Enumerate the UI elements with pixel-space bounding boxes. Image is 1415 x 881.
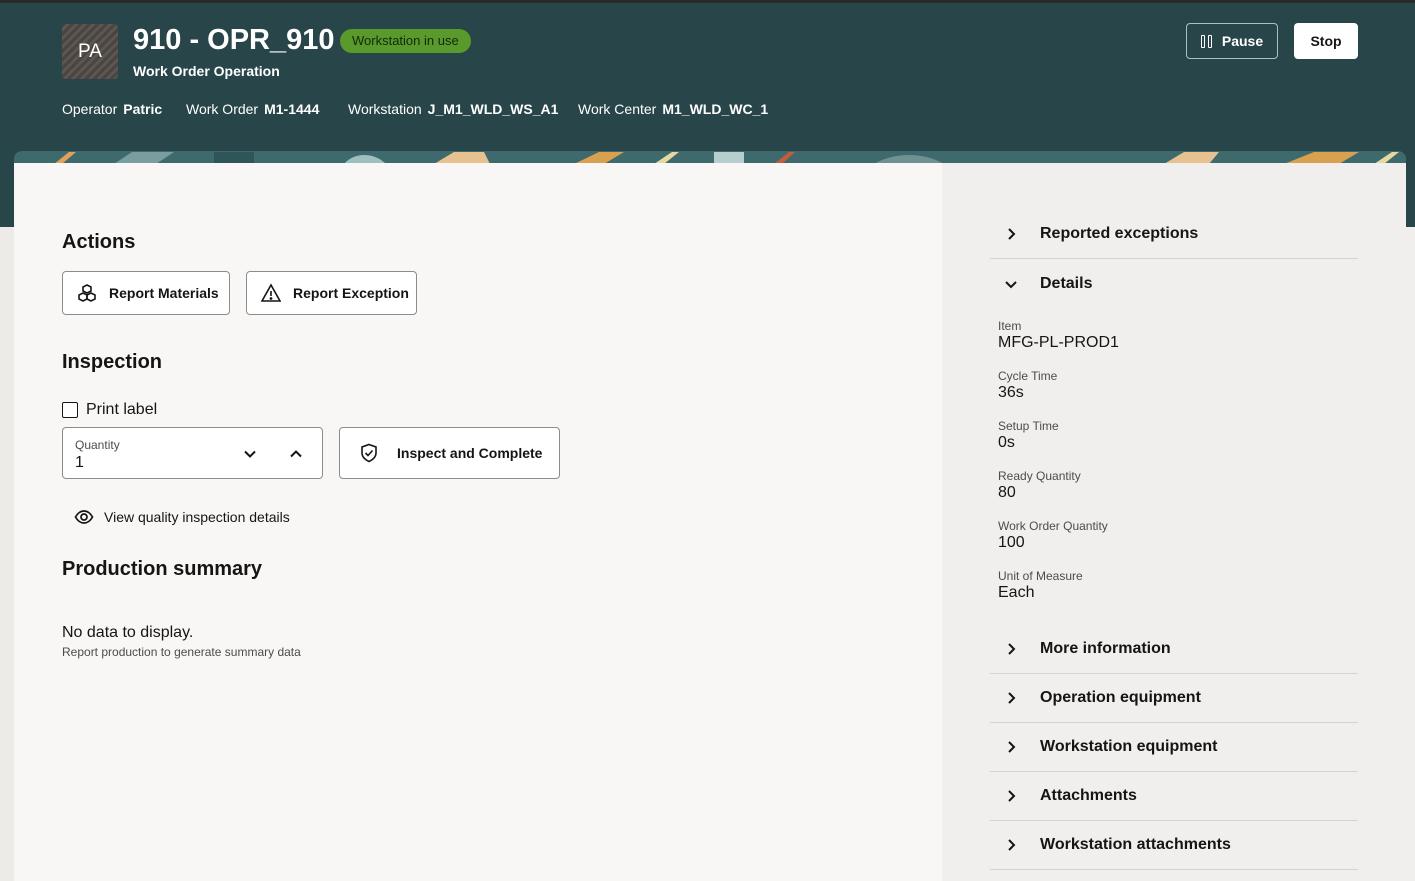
shield-check-icon [359, 443, 379, 463]
detail-unit-of-measure-value: Each [998, 584, 1035, 601]
report-exception-button[interactable]: Report Exception [246, 271, 417, 315]
quantity-value[interactable]: 1 [75, 454, 84, 472]
meta-work-order-label: Work Order [186, 101, 259, 117]
quantity-stepper[interactable]: Quantity 1 [62, 427, 323, 479]
banner-pattern [14, 152, 1406, 163]
detail-work-order-quantity-value: 100 [998, 534, 1025, 551]
print-label-text: Print label [86, 401, 158, 418]
detail-item-label: Item [998, 319, 1022, 333]
print-label-row: Print label [62, 401, 157, 419]
report-exception-label: Report Exception [293, 285, 409, 301]
left-gutter [0, 227, 14, 881]
accordion-label: Details [1040, 274, 1093, 292]
actions-heading: Actions [62, 231, 136, 253]
chevron-right-icon [990, 690, 1030, 706]
print-label-checkbox[interactable] [62, 402, 78, 418]
inspect-and-complete-label: Inspect and Complete [397, 445, 543, 461]
status-badge: Workstation in use [340, 29, 471, 53]
accordion-reported-exceptions[interactable]: Reported exceptions [990, 210, 1358, 259]
meta-operator-value: Patric [123, 101, 163, 117]
detail-work-order-quantity-label: Work Order Quantity [998, 519, 1108, 533]
view-quality-inspection-link[interactable]: View quality inspection details [74, 507, 290, 527]
chevron-up-icon[interactable] [286, 444, 306, 464]
pause-button[interactable]: Pause [1186, 23, 1278, 59]
warning-icon [261, 283, 281, 303]
empty-state-title: No data to display. [62, 624, 194, 641]
chevron-right-icon [990, 837, 1030, 853]
detail-setup-time-value: 0s [998, 434, 1015, 451]
accordion-label: Workstation attachments [1040, 836, 1231, 853]
empty-state-subtitle: Report production to generate summary da… [62, 645, 301, 659]
accordion-label: Workstation equipment [1040, 738, 1218, 755]
accordion-label: Operation equipment [1040, 689, 1201, 706]
meta-work-order-value: M1-1444 [264, 101, 320, 117]
chevron-down-icon[interactable] [240, 444, 260, 464]
accordion-details[interactable]: Details [990, 259, 1358, 308]
accordion-label: More information [1040, 640, 1171, 657]
accordion-label: Attachments [1040, 787, 1137, 804]
accordion-attachments[interactable]: Attachments [990, 772, 1358, 821]
pause-icon [1200, 34, 1212, 48]
stop-button[interactable]: Stop [1294, 23, 1358, 59]
cubes-icon [77, 283, 97, 303]
accordion-workstation-attachments[interactable]: Workstation attachments [990, 821, 1358, 870]
quantity-label: Quantity [75, 438, 120, 452]
meta-workstation: Workstation J_M1_WLD_WS_A1 [348, 101, 558, 117]
detail-unit-of-measure-label: Unit of Measure [998, 569, 1083, 583]
detail-ready-quantity-value: 80 [998, 484, 1016, 501]
view-quality-inspection-label: View quality inspection details [104, 509, 290, 525]
accordion-workstation-equipment[interactable]: Workstation equipment [990, 723, 1358, 772]
report-materials-label: Report Materials [109, 285, 219, 301]
detail-setup-time-label: Setup Time [998, 419, 1059, 433]
page-title: 910 - OPR_910 [133, 24, 335, 56]
meta-workstation-label: Workstation [348, 101, 422, 117]
accordion-operation-equipment[interactable]: Operation equipment [990, 674, 1358, 723]
decorative-banner [14, 151, 1406, 163]
chevron-right-icon [990, 226, 1030, 242]
right-gutter [1406, 227, 1415, 881]
meta-operator: Operator Patric [62, 101, 162, 117]
accordion-label: Reported exceptions [1040, 225, 1199, 242]
detail-ready-quantity-label: Ready Quantity [998, 469, 1081, 483]
avatar: PA [62, 24, 118, 79]
pause-button-label: Pause [1221, 33, 1264, 49]
meta-work-center-value: M1_WLD_WC_1 [662, 101, 769, 117]
inspect-and-complete-button[interactable]: Inspect and Complete [339, 427, 560, 479]
detail-cycle-time-label: Cycle Time [998, 369, 1058, 383]
report-materials-button[interactable]: Report Materials [62, 271, 230, 315]
meta-operator-label: Operator [62, 101, 118, 117]
chevron-down-icon [990, 276, 1030, 292]
chevron-right-icon [990, 788, 1030, 804]
meta-work-center-label: Work Center [578, 101, 657, 117]
detail-item-value: MFG-PL-PROD1 [998, 334, 1119, 351]
meta-workstation-value: J_M1_WLD_WS_A1 [427, 101, 559, 117]
accordion-more-information[interactable]: More information [990, 625, 1358, 674]
chevron-right-icon [990, 641, 1030, 657]
meta-work-center: Work Center M1_WLD_WC_1 [578, 101, 768, 117]
page-subtitle: Work Order Operation [133, 63, 280, 79]
detail-cycle-time-value: 36s [998, 384, 1024, 401]
meta-work-order: Work Order M1-1444 [186, 101, 319, 117]
inspection-heading: Inspection [62, 351, 163, 373]
eye-icon [74, 507, 94, 527]
production-summary-heading: Production summary [62, 558, 263, 580]
chevron-right-icon [990, 739, 1030, 755]
